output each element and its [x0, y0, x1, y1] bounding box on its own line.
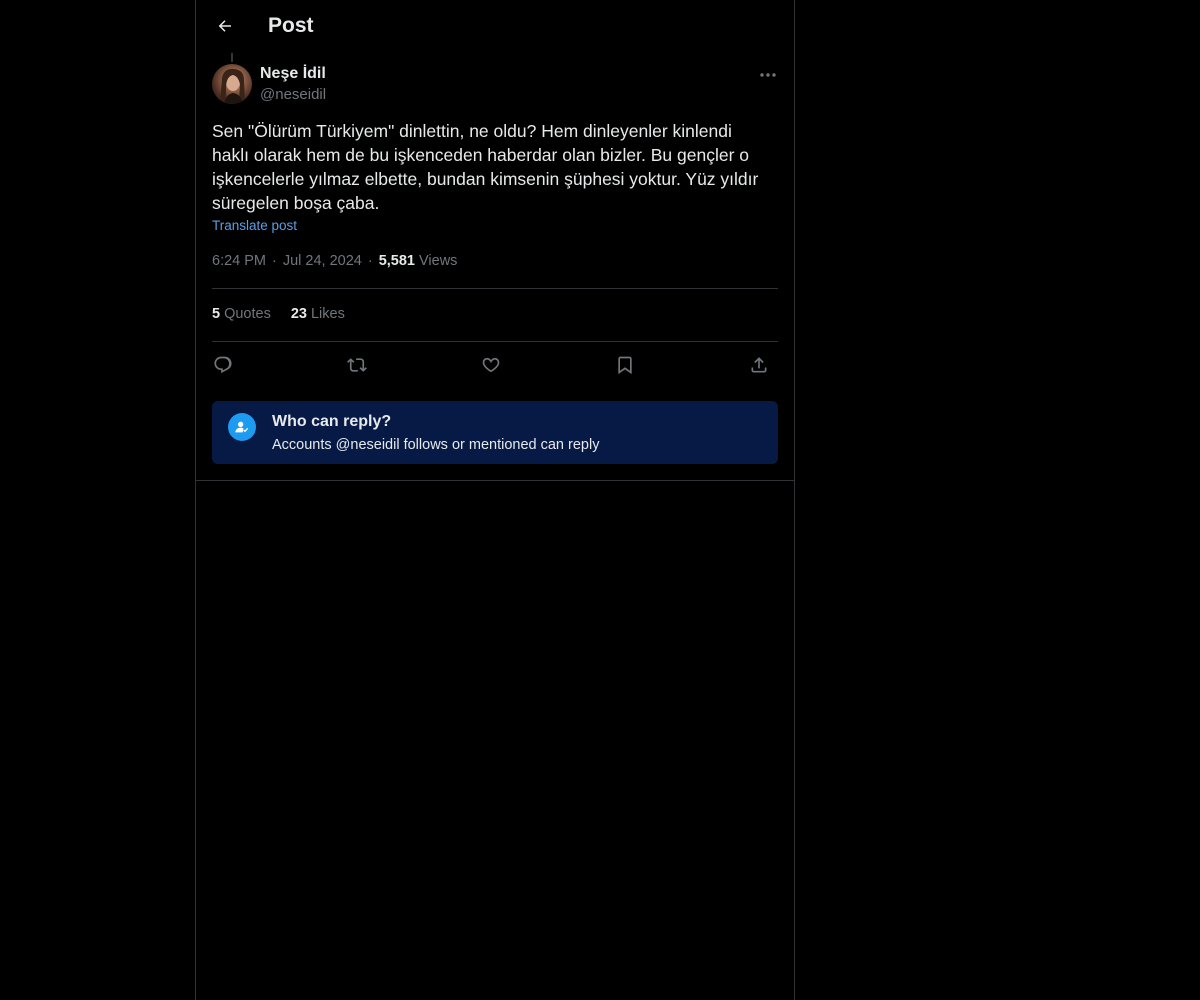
reply-notice-subtitle: Accounts @neseidil follows or mentioned …: [272, 437, 600, 453]
who-can-reply-notice: Who can reply? Accounts @neseidil follow…: [212, 401, 778, 464]
author-name[interactable]: Neşe İdil: [260, 65, 326, 83]
back-button[interactable]: [208, 9, 242, 43]
engagement-stats: 5 Quotes 23 Likes: [212, 306, 345, 322]
share-icon: [751, 357, 767, 373]
user-check-icon: [228, 413, 256, 441]
post-meta: 6:24 PM · Jul 24, 2024 · 5,581 Views: [212, 253, 457, 269]
arrow-left-icon: [218, 20, 231, 32]
quotes-label: Quotes: [224, 306, 271, 322]
divider: [212, 341, 778, 342]
page-header: Post: [196, 0, 794, 53]
likes-count: 23: [290, 306, 307, 322]
more-options-button[interactable]: [754, 64, 782, 86]
heart-icon: [482, 357, 500, 373]
author-handle[interactable]: @neseidil: [260, 86, 326, 103]
main-column: Post Neşe İdil @neseidil Sen "Ölürüm Tür…: [195, 0, 795, 1000]
post-date[interactable]: Jul 24, 2024: [283, 253, 362, 269]
share-button[interactable]: [744, 352, 774, 378]
action-bar: [212, 352, 778, 378]
divider: [212, 288, 778, 289]
meta-separator: ·: [367, 253, 373, 269]
views-count: 5,581: [378, 253, 415, 269]
avatar-image: [220, 68, 245, 104]
post-time[interactable]: 6:24 PM: [212, 253, 266, 269]
thread-connector: [231, 53, 233, 62]
meta-separator: ·: [272, 253, 277, 269]
bookmark-icon: [618, 356, 632, 375]
likes-stat[interactable]: 23 Likes: [291, 306, 345, 322]
bookmark-button[interactable]: [610, 352, 640, 378]
reply-button[interactable]: [208, 352, 238, 378]
views-label: Views: [419, 253, 458, 269]
more-horizontal-icon: [760, 73, 776, 77]
reply-notice-title: Who can reply?: [272, 413, 392, 430]
post-text: Sen "Ölürüm Türkiyem" dinlettin, ne oldu…: [212, 121, 759, 213]
repost-button[interactable]: [342, 352, 372, 378]
like-button[interactable]: [476, 352, 506, 378]
avatar[interactable]: [212, 64, 252, 104]
repost-icon: [347, 358, 367, 372]
translate-post-link[interactable]: Translate post: [212, 218, 297, 233]
page-title: Post: [268, 14, 314, 37]
quotes-stat[interactable]: 5 Quotes: [212, 306, 271, 322]
reply-icon: [214, 356, 232, 374]
section-divider: [196, 480, 794, 481]
likes-label: Likes: [310, 306, 345, 322]
quotes-count: 5: [212, 306, 221, 322]
